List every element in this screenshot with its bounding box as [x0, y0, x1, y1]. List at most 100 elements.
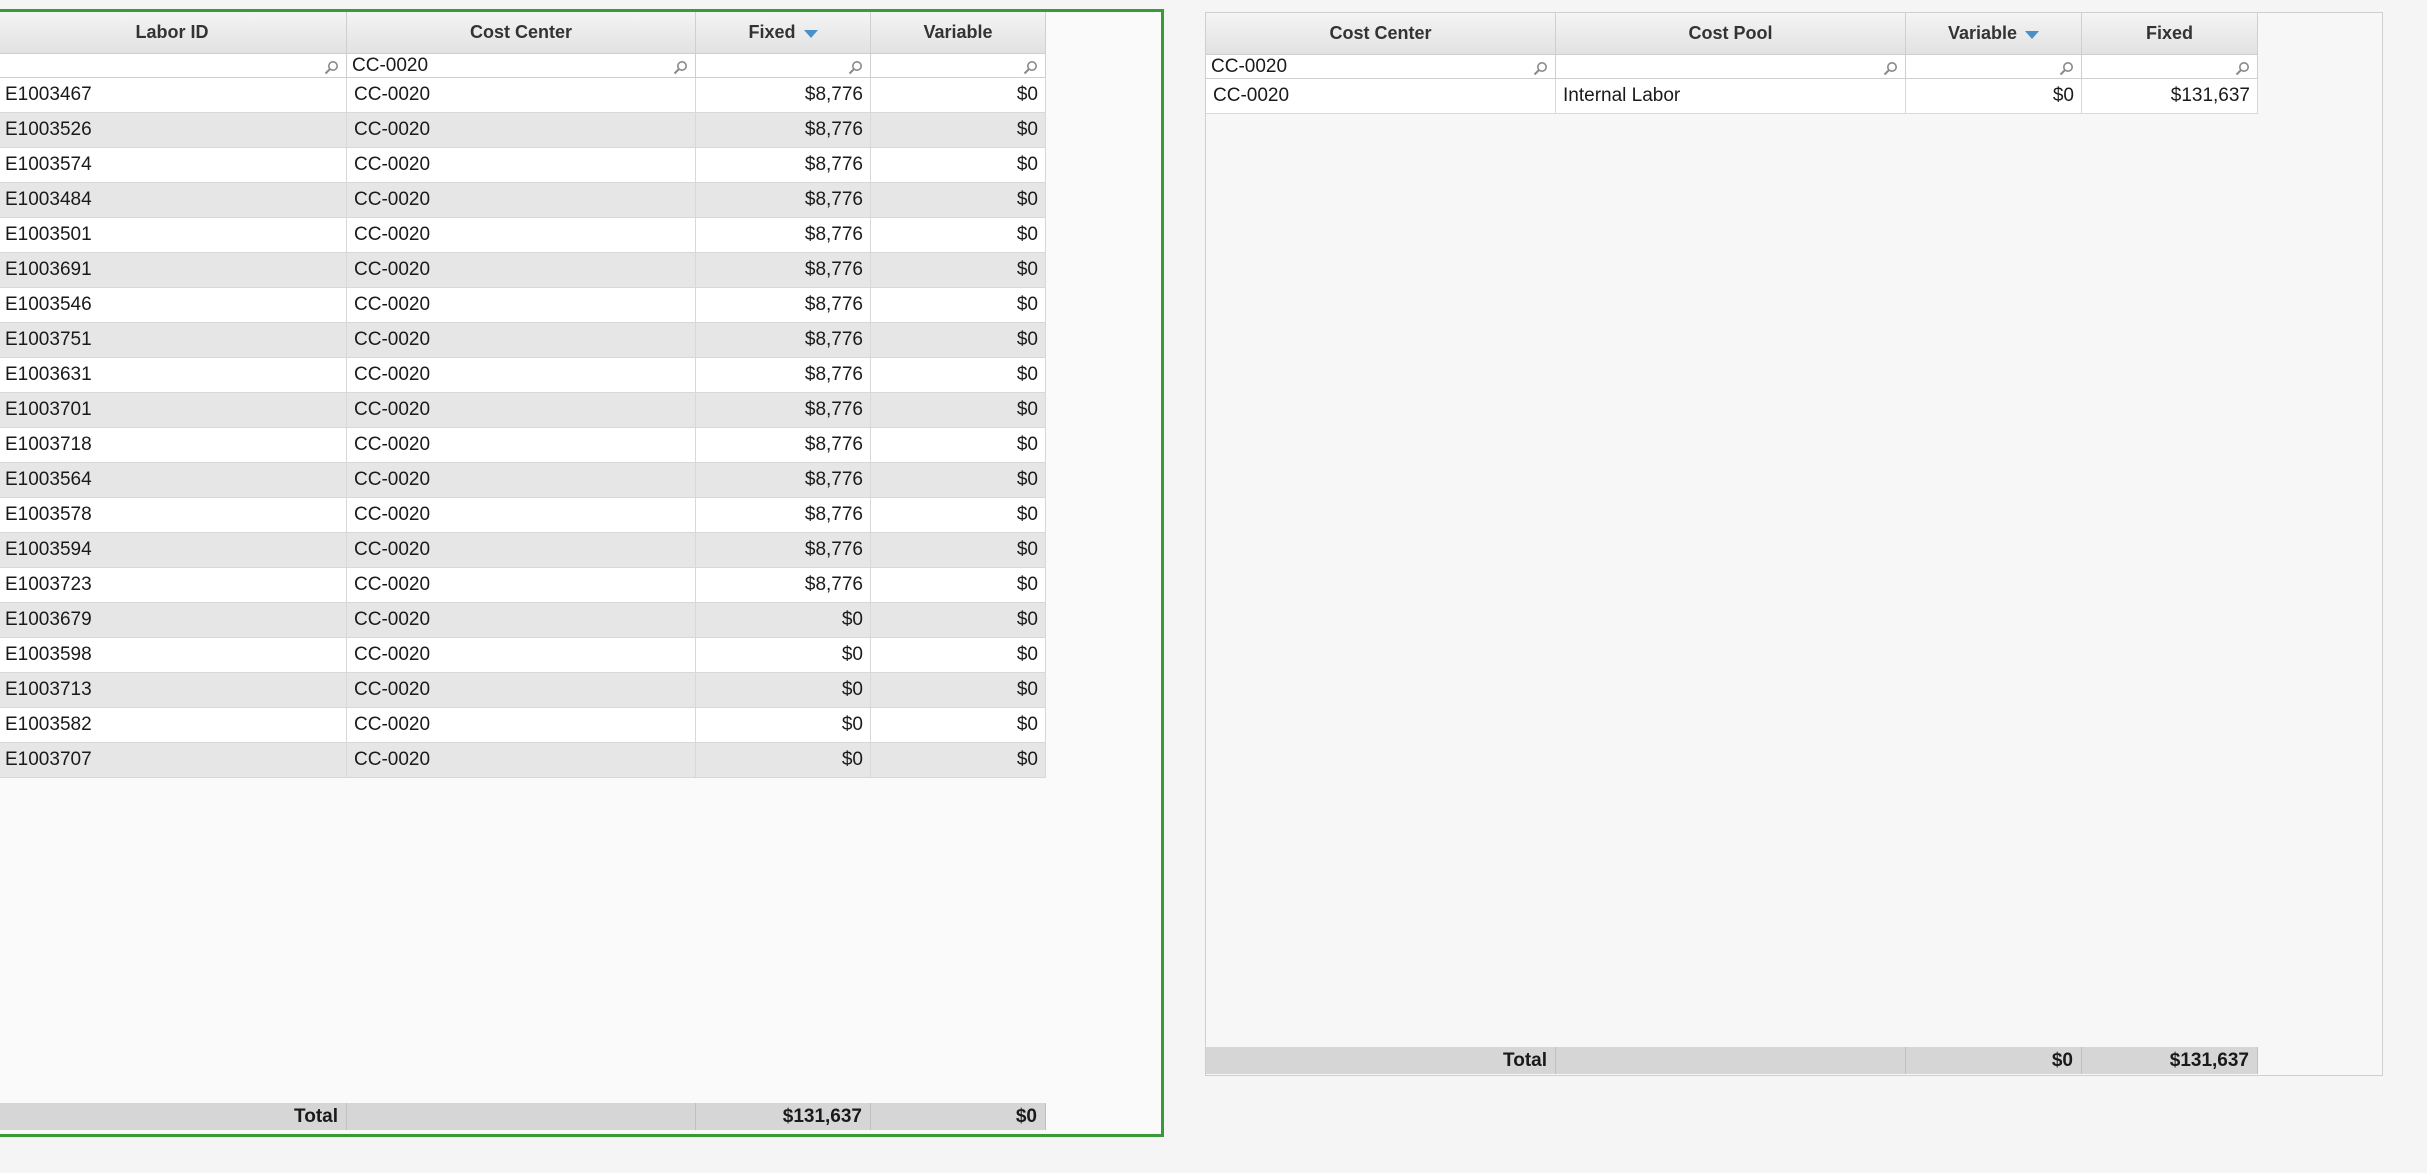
table-row[interactable]: E1003546 CC-0020 $8,776 $0 [0, 288, 1046, 323]
table-row[interactable]: E1003467 CC-0020 $8,776 $0 [0, 78, 1046, 113]
cell-cost-center: CC-0020 [347, 533, 696, 568]
table-row[interactable]: E1003701 CC-0020 $8,776 $0 [0, 393, 1046, 428]
table-row[interactable]: E1003723 CC-0020 $8,776 $0 [0, 568, 1046, 603]
filter-row: CC-0020 [0, 54, 1046, 78]
cell-fixed: $8,776 [696, 78, 871, 113]
filter-value: CC-0020 [352, 55, 429, 76]
table-row[interactable]: CC-0020 Internal Labor $0 $131,637 [1206, 79, 2258, 114]
column-header-label: Fixed [748, 22, 796, 42]
cell-cost-center: CC-0020 [347, 498, 696, 533]
sort-descending-icon[interactable] [803, 29, 818, 38]
cell-fixed: $8,776 [696, 218, 871, 253]
cell-fixed: $8,776 [696, 393, 871, 428]
total-variable: $0 [871, 1103, 1046, 1130]
table-row[interactable]: E1003713 CC-0020 $0 $0 [0, 673, 1046, 708]
cell-variable: $0 [871, 708, 1046, 743]
table-row[interactable]: E1003718 CC-0020 $8,776 $0 [0, 428, 1046, 463]
total-cost-center [347, 1103, 696, 1130]
filter-input-cost-pool[interactable] [1556, 55, 1906, 79]
labor-detail-panel[interactable]: Labor ID Cost Center Fixed Variable CC-0020 E… [0, 9, 1164, 1137]
cell-variable: $0 [871, 743, 1046, 778]
filter-input-cost-center[interactable]: CC-0020 [1206, 55, 1556, 79]
cell-labor-id: E1003574 [0, 148, 347, 183]
search-icon[interactable] [1533, 59, 1548, 76]
cell-variable: $0 [871, 393, 1046, 428]
cell-labor-id: E1003501 [0, 218, 347, 253]
total-label: Total [0, 1103, 347, 1130]
sort-descending-icon[interactable] [2025, 30, 2040, 39]
cell-variable: $0 [871, 568, 1046, 603]
column-header-cost-pool[interactable]: Cost Pool [1556, 13, 1906, 55]
cell-cost-center: CC-0020 [347, 113, 696, 148]
table-row[interactable]: E1003751 CC-0020 $8,776 $0 [0, 323, 1046, 358]
filter-input-fixed[interactable] [696, 54, 871, 78]
labor-detail-grid: Labor ID Cost Center Fixed Variable CC-0020 E… [0, 12, 1046, 778]
cell-variable: $0 [871, 218, 1046, 253]
cell-variable: $0 [871, 288, 1046, 323]
filter-input-labor-id[interactable] [0, 54, 347, 78]
search-icon[interactable] [1883, 59, 1898, 76]
cell-variable: $0 [871, 673, 1046, 708]
cell-cost-center: CC-0020 [347, 708, 696, 743]
cell-cost-center: CC-0020 [347, 638, 696, 673]
filter-input-fixed[interactable] [2082, 55, 2258, 79]
search-icon[interactable] [673, 58, 688, 75]
search-icon[interactable] [848, 58, 863, 75]
column-header-label: Cost Center [469, 22, 572, 42]
cell-labor-id: E1003564 [0, 463, 347, 498]
column-header-label: Cost Center [1329, 23, 1432, 43]
table-row[interactable]: E1003707 CC-0020 $0 $0 [0, 743, 1046, 778]
cell-cost-center: CC-0020 [347, 183, 696, 218]
total-fixed: $131,637 [696, 1103, 871, 1130]
table-row[interactable]: E1003501 CC-0020 $8,776 $0 [0, 218, 1046, 253]
search-icon[interactable] [1023, 58, 1038, 75]
table-row[interactable]: E1003598 CC-0020 $0 $0 [0, 638, 1046, 673]
cell-fixed: $8,776 [696, 428, 871, 463]
filter-input-cost-center[interactable]: CC-0020 [347, 54, 696, 78]
table-row[interactable]: E1003582 CC-0020 $0 $0 [0, 708, 1046, 743]
table-row[interactable]: E1003574 CC-0020 $8,776 $0 [0, 148, 1046, 183]
cost-pool-panel[interactable]: Cost Center Cost Pool Variable Fixed CC-0020… [1205, 12, 2383, 1076]
cell-fixed: $0 [696, 638, 871, 673]
cell-cost-center: CC-0020 [347, 743, 696, 778]
filter-input-variable[interactable] [1906, 55, 2082, 79]
table-row[interactable]: E1003484 CC-0020 $8,776 $0 [0, 183, 1046, 218]
cell-variable: $0 [871, 78, 1046, 113]
table-row[interactable]: E1003578 CC-0020 $8,776 $0 [0, 498, 1046, 533]
cell-cost-center: CC-0020 [347, 148, 696, 183]
cell-cost-center: CC-0020 [347, 253, 696, 288]
column-header-row: Cost Center Cost Pool Variable Fixed [1206, 13, 2258, 55]
table-row[interactable]: E1003564 CC-0020 $8,776 $0 [0, 463, 1046, 498]
column-header-variable[interactable]: Variable [1906, 13, 2082, 55]
filter-input-variable[interactable] [871, 54, 1046, 78]
table-row[interactable]: E1003691 CC-0020 $8,776 $0 [0, 253, 1046, 288]
cell-fixed: $8,776 [696, 183, 871, 218]
cell-labor-id: E1003598 [0, 638, 347, 673]
cell-cost-center: CC-0020 [347, 218, 696, 253]
cell-cost-center: CC-0020 [347, 603, 696, 638]
search-icon[interactable] [324, 58, 339, 75]
table-row[interactable]: E1003631 CC-0020 $8,776 $0 [0, 358, 1046, 393]
column-header-labor-id[interactable]: Labor ID [0, 12, 347, 54]
column-header-cost-center[interactable]: Cost Center [1206, 13, 1556, 55]
column-header-variable[interactable]: Variable [871, 12, 1046, 54]
column-header-fixed[interactable]: Fixed [2082, 13, 2258, 55]
cell-labor-id: E1003707 [0, 743, 347, 778]
table-row[interactable]: E1003594 CC-0020 $8,776 $0 [0, 533, 1046, 568]
cell-variable: $0 [1906, 79, 2082, 114]
table-row[interactable]: E1003526 CC-0020 $8,776 $0 [0, 113, 1046, 148]
column-header-cost-center[interactable]: Cost Center [347, 12, 696, 54]
cell-cost-center: CC-0020 [347, 288, 696, 323]
column-header-fixed[interactable]: Fixed [696, 12, 871, 54]
table-row[interactable]: E1003679 CC-0020 $0 $0 [0, 603, 1046, 638]
cell-fixed: $8,776 [696, 288, 871, 323]
search-icon[interactable] [2235, 59, 2250, 76]
cell-variable: $0 [871, 358, 1046, 393]
search-icon[interactable] [2059, 59, 2074, 76]
column-header-label: Labor ID [135, 22, 209, 42]
cell-cost-center: CC-0020 [347, 393, 696, 428]
cell-fixed: $8,776 [696, 253, 871, 288]
cost-pool-grid: Cost Center Cost Pool Variable Fixed CC-0020… [1206, 13, 2258, 114]
cell-labor-id: E1003582 [0, 708, 347, 743]
cell-cost-center: CC-0020 [347, 568, 696, 603]
